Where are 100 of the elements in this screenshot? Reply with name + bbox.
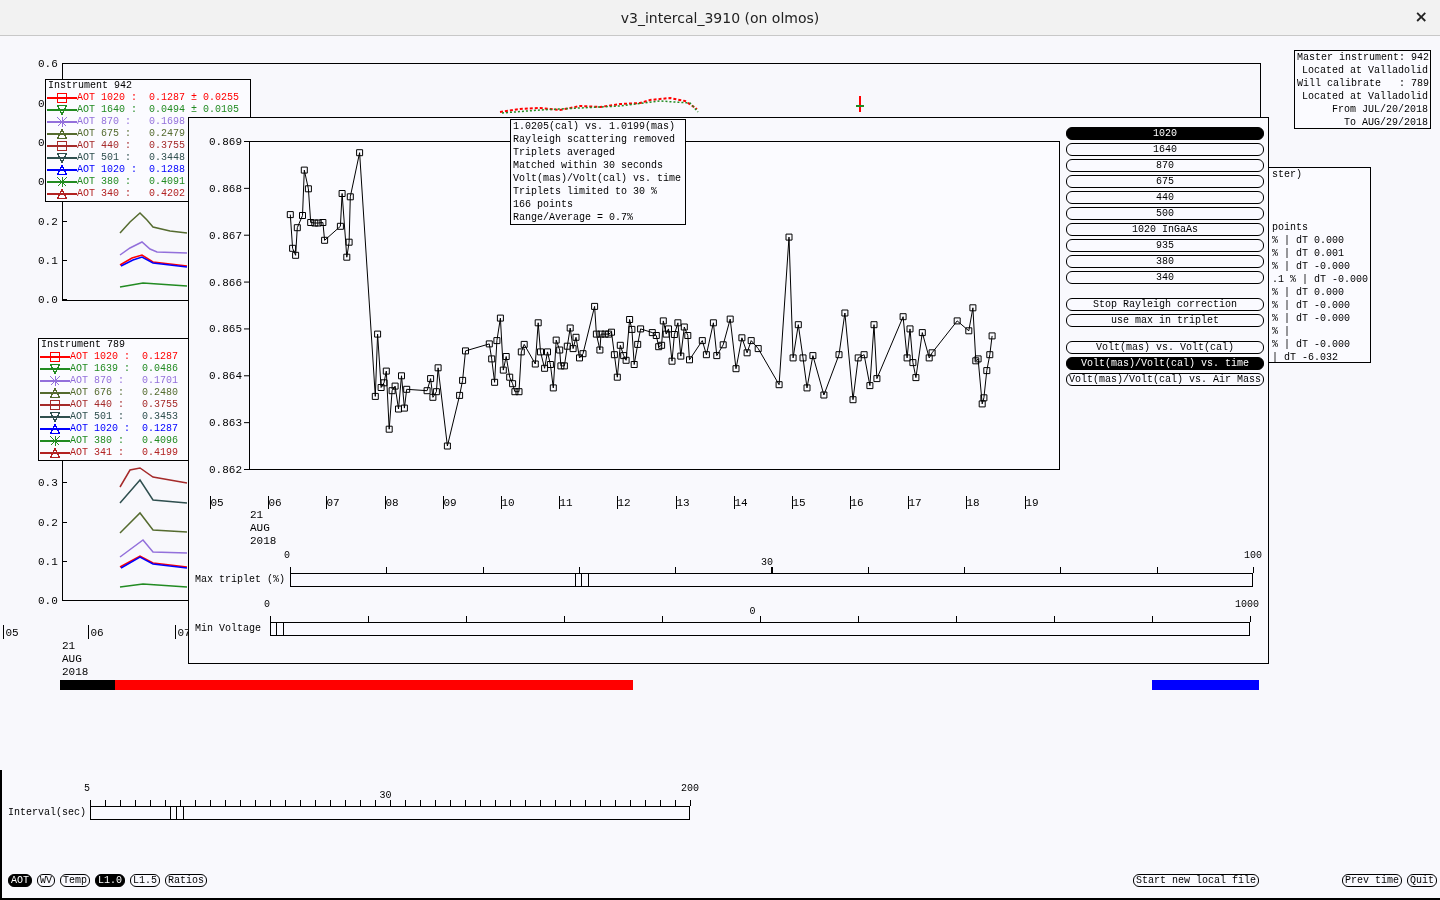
window-title: v3_intercal_3910 (on olmos) <box>620 9 820 26</box>
data-point <box>775 381 783 389</box>
nav-button[interactable]: Prev time <box>1341 874 1402 887</box>
legend-label: AOT 501 : <box>77 152 132 164</box>
legend-value: 0.1287 <box>142 351 178 363</box>
axis-label: 05 <box>210 497 224 509</box>
data-point <box>626 316 634 323</box>
option-button[interactable]: use max in triplet <box>1066 314 1264 327</box>
data-point <box>345 238 353 246</box>
scale-label: 5 <box>84 783 91 796</box>
legend-label: AOT 676 : <box>70 387 125 399</box>
legend-value: 0.1288 <box>149 164 185 176</box>
data-point <box>443 442 451 450</box>
axis-label: 0.866 <box>209 276 242 289</box>
legend-label: AOT 1020 : <box>77 92 138 104</box>
close-button[interactable]: × <box>1414 8 1428 26</box>
legend-label: AOT 341 : <box>70 447 125 459</box>
data-type-button[interactable]: Temp <box>60 874 91 887</box>
wavelength-button[interactable]: 1640 <box>1066 143 1264 156</box>
data-type-button[interactable]: WV <box>37 874 56 887</box>
data-point <box>491 378 499 386</box>
legend-value: 0.4096 <box>142 435 178 447</box>
slider-track[interactable] <box>270 622 1250 636</box>
nav-button[interactable]: Quit <box>1407 874 1437 887</box>
legend-label: AOT 1020 : <box>77 164 138 176</box>
wavelength-button[interactable]: 675 <box>1066 175 1264 188</box>
scale-label: 30 <box>379 789 392 800</box>
data-point <box>403 385 411 393</box>
data-point <box>799 354 807 362</box>
axis-label: 15 <box>792 497 806 509</box>
date-label: 21 AUG 2018 <box>250 509 277 547</box>
axis-label: 12 <box>617 497 631 509</box>
data-point <box>286 211 294 219</box>
stats-text: % | dT 0.001 <box>1272 247 1345 260</box>
data-point <box>809 352 817 360</box>
legend-label: AOT 380 : <box>77 176 132 188</box>
data-type-button[interactable]: L1.0 <box>95 874 126 887</box>
data-type-button[interactable]: L1.5 <box>130 874 161 887</box>
axis-label: 10 <box>501 497 515 509</box>
legend-label: AOT 870 : <box>70 375 125 387</box>
legend-title: Instrument 789 <box>40 339 126 351</box>
legend-label: AOT 380 : <box>70 435 125 447</box>
wavelength-button[interactable]: 500 <box>1066 207 1264 220</box>
wavelength-button[interactable]: 340 <box>1066 271 1264 284</box>
legend-value: 0.2480 <box>142 387 178 399</box>
info-text: Range/Average = 0.7% <box>513 211 635 224</box>
stats-text: % | <box>1272 325 1291 338</box>
legend-label: AOT 870 : <box>77 116 132 128</box>
data-point <box>794 321 802 329</box>
info-text: Master instrument: 942 <box>1297 51 1428 64</box>
slider-thumb[interactable] <box>170 806 185 820</box>
data-point <box>591 302 599 310</box>
axis-label: 0.1 <box>38 556 58 568</box>
stats-text: % | dT -0.000 <box>1272 260 1351 273</box>
data-point <box>459 376 467 384</box>
axis-label: 06 <box>90 627 104 639</box>
stats-text: | dT -6.032 <box>1272 351 1339 364</box>
data-type-button[interactable]: Ratios <box>165 874 208 887</box>
plot-mode-button[interactable]: Volt(mas) vs. Volt(cal) <box>1066 341 1264 354</box>
data-point <box>820 391 828 399</box>
wavelength-button[interactable]: 440 <box>1066 191 1264 204</box>
legend-value: 0.2479 <box>149 128 185 140</box>
data-point <box>953 317 961 325</box>
wavelength-button[interactable]: 935 <box>1066 239 1264 252</box>
data-point <box>616 341 624 349</box>
option-button[interactable]: Stop Rayleigh correction <box>1066 298 1264 311</box>
data-point <box>343 253 351 261</box>
data-type-button[interactable]: AOT <box>8 874 32 887</box>
legend-title: Instrument 942 <box>47 80 133 92</box>
info-text: Volt(mas)/Volt(cal) vs. time <box>513 172 683 185</box>
data-point <box>702 351 710 359</box>
data-point <box>988 332 996 340</box>
plot-mode-button[interactable]: Volt(mas)/Volt(cal) vs. Air Mass <box>1066 373 1264 386</box>
legend-label: AOT 501 : <box>70 411 125 423</box>
legend-label: AOT 340 : <box>77 188 132 200</box>
wavelength-button[interactable]: 1020 InGaAs <box>1066 223 1264 236</box>
wavelength-button[interactable]: 1020 <box>1066 127 1264 140</box>
plot-mode-button[interactable]: Volt(mas)/Volt(cal) vs. time <box>1066 357 1264 370</box>
legend-label: AOT 1639 : <box>70 363 131 375</box>
data-point <box>502 353 510 360</box>
slider-thumb[interactable] <box>574 573 589 587</box>
data-point <box>986 351 994 359</box>
data-point <box>610 351 618 359</box>
data-point <box>719 341 727 349</box>
slider-track[interactable] <box>90 806 690 820</box>
slider-track[interactable] <box>290 573 1253 587</box>
legend-label: AOT 440 : <box>70 399 125 411</box>
wavelength-button[interactable]: 380 <box>1066 255 1264 268</box>
wavelength-button[interactable]: 870 <box>1066 159 1264 172</box>
legend-value: 0.3755 <box>149 140 185 152</box>
legend-label: AOT 1020 : <box>70 423 131 435</box>
data-point <box>918 329 926 337</box>
data-point <box>849 396 857 404</box>
new-file-button[interactable]: Start new local file <box>1132 874 1259 887</box>
info-text: Matched within 30 seconds <box>513 159 665 172</box>
info-text: To AUG/29/2018 <box>1343 116 1428 129</box>
data-point <box>462 347 469 355</box>
data-point <box>336 222 344 230</box>
data-point <box>613 373 621 381</box>
data-point <box>726 315 734 323</box>
